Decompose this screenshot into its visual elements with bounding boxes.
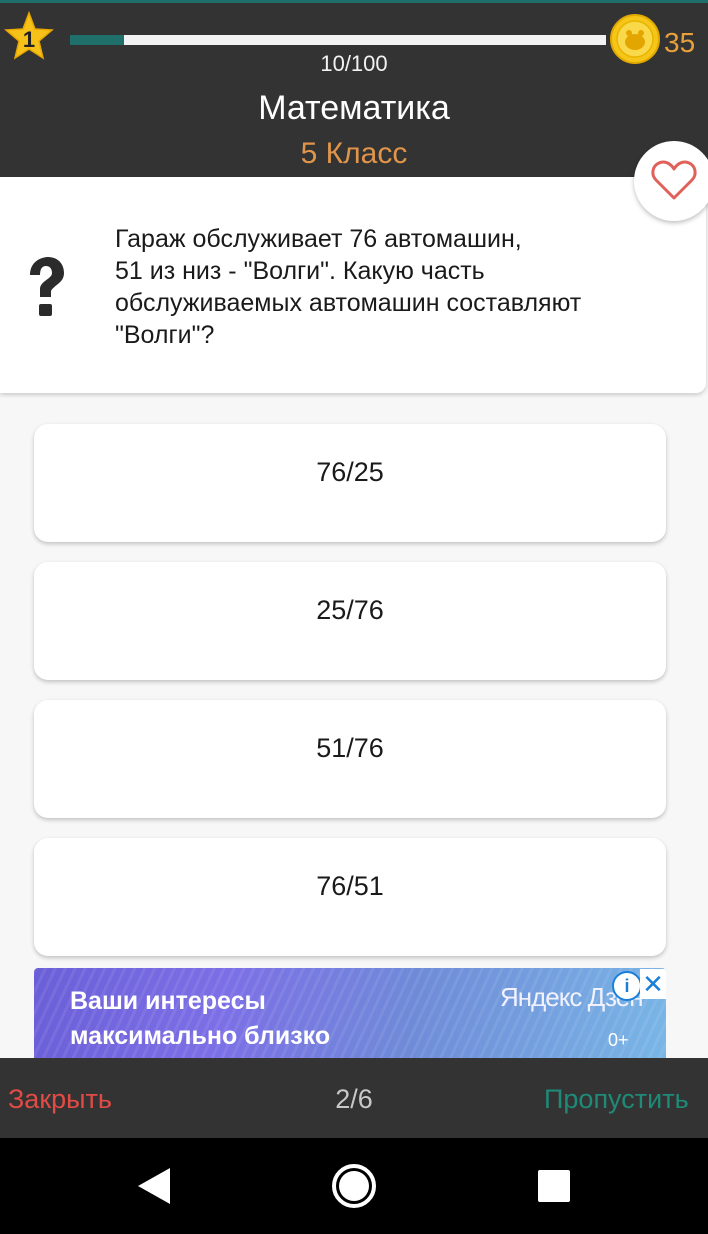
ad-info-icon[interactable]: i bbox=[612, 971, 642, 1001]
question-line: 51 из низ - "Волги". Какую часть bbox=[115, 257, 485, 285]
question-card: Гараж обслуживает 76 автомашин, 51 из ни… bbox=[0, 177, 706, 393]
answer-label: 76/51 bbox=[316, 871, 384, 901]
answer-label: 76/25 bbox=[316, 457, 384, 487]
question-line: обслуживаемых автомашин составляют bbox=[115, 289, 582, 317]
back-triangle-icon[interactable] bbox=[136, 1166, 172, 1206]
coin-count: 35 bbox=[664, 27, 696, 58]
answer-label: 51/76 bbox=[316, 733, 384, 763]
ad-age-rating: 0+ bbox=[608, 1030, 629, 1050]
answer-option-3[interactable]: 51/76 bbox=[34, 700, 666, 818]
coin-icon bbox=[610, 14, 660, 64]
answer-option-2[interactable]: 25/76 bbox=[34, 562, 666, 680]
ad-close-icon[interactable]: ✕ bbox=[640, 969, 666, 999]
system-nav-bar bbox=[0, 1138, 708, 1234]
favorite-button[interactable] bbox=[634, 141, 708, 221]
close-button[interactable]: Закрыть bbox=[8, 1084, 112, 1115]
ad-headline: Ваши интересы максимально близко bbox=[70, 984, 430, 1054]
page-indicator: 2/6 bbox=[335, 1084, 373, 1114]
progress-bar bbox=[70, 35, 606, 45]
question-text: Гараж обслуживает 76 автомашин, 51 из ни… bbox=[115, 223, 675, 351]
answer-option-4[interactable]: 76/51 bbox=[34, 838, 666, 956]
level-badge[interactable]: 1 bbox=[4, 11, 54, 61]
progress-text: 10/100 bbox=[320, 51, 388, 76]
answer-option-1[interactable]: 76/25 bbox=[34, 424, 666, 542]
subject-title: Математика bbox=[258, 89, 450, 127]
recent-square-icon[interactable] bbox=[538, 1170, 570, 1202]
question-mark-icon bbox=[30, 257, 64, 316]
level-number: 1 bbox=[22, 27, 36, 52]
header: 1 10/100 35 Математика 5 Класс bbox=[0, 3, 708, 177]
grade-subtitle: 5 Класс bbox=[300, 137, 408, 170]
question-line: "Волги"? bbox=[115, 321, 215, 349]
bottom-bar: Закрыть 2/6 Пропустить bbox=[0, 1058, 708, 1138]
ad-headline-line: максимально близко bbox=[70, 1022, 331, 1050]
home-circle-icon[interactable] bbox=[330, 1162, 378, 1210]
question-line: Гараж обслуживает 76 автомашин, bbox=[115, 225, 522, 253]
answer-label: 25/76 bbox=[316, 595, 384, 625]
skip-button[interactable]: Пропустить bbox=[544, 1084, 689, 1115]
ad-banner[interactable]: Ваши интересы максимально близко Яндекс … bbox=[34, 968, 666, 1058]
ad-headline-line: Ваши интересы bbox=[70, 987, 266, 1015]
progress-bar-fill bbox=[70, 35, 124, 45]
heart-icon bbox=[651, 160, 697, 200]
